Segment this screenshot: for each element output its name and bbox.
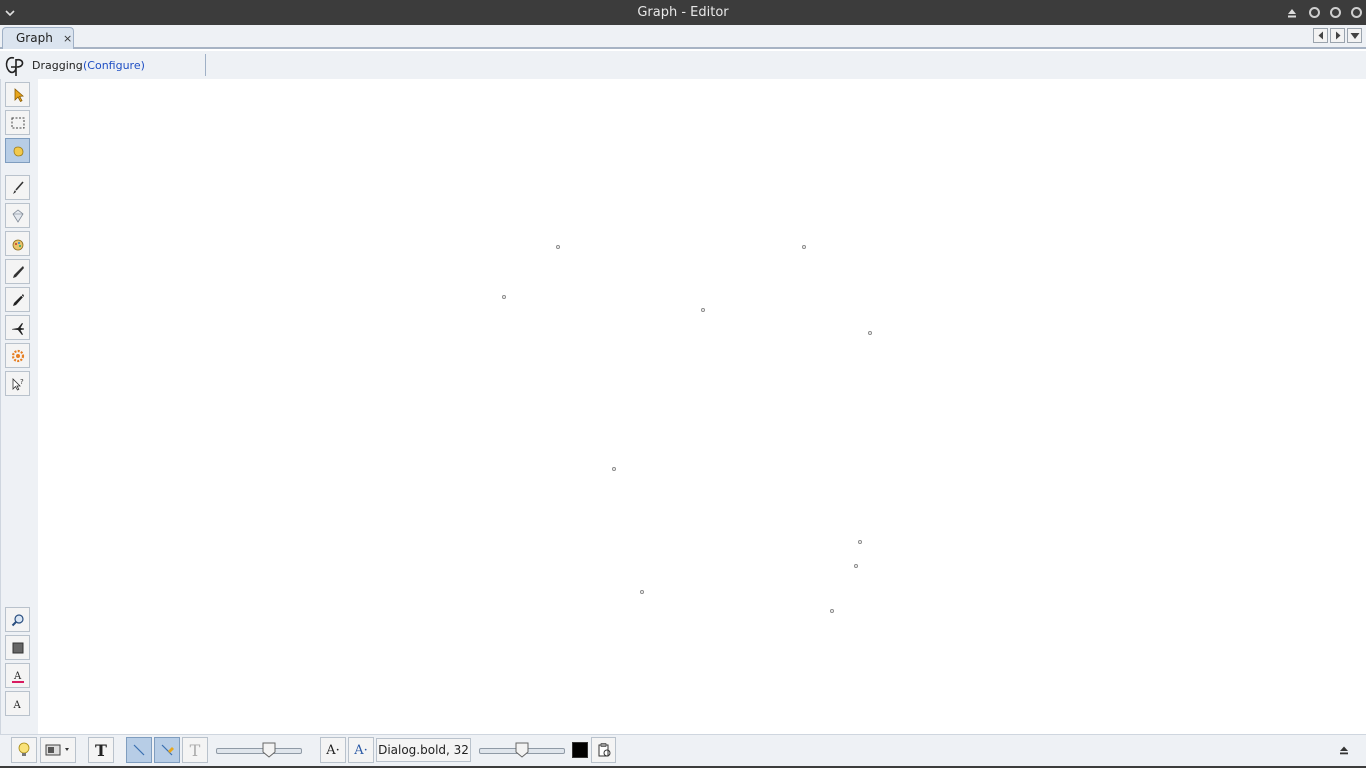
status-row: Dragging (Configure)	[0, 51, 1366, 79]
mode-label: Dragging	[32, 59, 83, 72]
brush-style-button[interactable]	[154, 737, 180, 763]
graph-node[interactable]	[830, 609, 834, 613]
graph-node[interactable]	[802, 245, 806, 249]
gear-tool[interactable]	[5, 343, 30, 368]
text-font-icon: A	[12, 700, 21, 711]
fill-color-tool[interactable]	[5, 635, 30, 660]
plane-tool[interactable]	[5, 315, 30, 340]
airplane-icon	[11, 322, 24, 335]
font-size-blue-icon: A·	[354, 742, 368, 758]
maximize-button[interactable]	[1330, 7, 1341, 18]
graph-canvas[interactable]	[38, 79, 1366, 734]
graph-node[interactable]	[701, 308, 705, 312]
line-icon	[133, 744, 145, 756]
graph-node[interactable]	[502, 295, 506, 299]
font-size-slider[interactable]	[479, 742, 565, 758]
gear-icon	[11, 349, 24, 362]
lightbulb-icon	[18, 742, 30, 756]
text-style-button[interactable]: T	[182, 737, 208, 763]
help-pointer-icon: ?	[12, 378, 24, 391]
hand-icon	[13, 146, 23, 156]
svg-text:A: A	[12, 700, 21, 711]
graph-node[interactable]	[556, 245, 560, 249]
configure-link[interactable]: (Configure)	[83, 59, 145, 72]
font-label[interactable]: Dialog.bold, 32	[376, 738, 471, 762]
text-color-icon: A	[11, 671, 24, 683]
drag-tool[interactable]	[5, 138, 30, 163]
text-tool-button[interactable]: T	[88, 737, 114, 763]
tab-prev-button[interactable]	[1313, 28, 1328, 43]
pencil-tool[interactable]	[5, 259, 30, 284]
arrow-pointer-icon	[14, 87, 24, 102]
tab-navigation	[1311, 28, 1362, 43]
square-fill-icon	[12, 642, 23, 653]
decrease-font-button[interactable]: A·	[320, 737, 346, 763]
image-view-icon	[45, 744, 69, 756]
pen-tool[interactable]	[5, 287, 30, 312]
slider-thumb[interactable]	[515, 742, 529, 758]
eject-icon[interactable]	[1285, 6, 1299, 20]
eject-icon[interactable]	[1338, 744, 1350, 756]
text-color-button[interactable]	[571, 737, 589, 763]
line-style-button[interactable]	[126, 737, 152, 763]
increase-font-button[interactable]: A·	[348, 737, 374, 763]
paint-tool[interactable]	[5, 231, 30, 256]
pencil-icon	[12, 265, 24, 278]
line-width-slider[interactable]	[216, 742, 302, 758]
clipboard-button[interactable]	[591, 737, 616, 763]
select-tool[interactable]	[5, 82, 30, 107]
paint-palette-icon	[12, 239, 23, 250]
rect-select-tool[interactable]	[5, 110, 30, 135]
tab-list-button[interactable]	[1347, 28, 1362, 43]
font-tool[interactable]: A	[5, 691, 30, 716]
minimize-button[interactable]	[1309, 7, 1320, 18]
text-outline-icon: T	[189, 740, 201, 760]
graph-node[interactable]	[612, 467, 616, 471]
dashed-rectangle-icon	[11, 117, 24, 128]
zoom-tool[interactable]	[5, 607, 30, 632]
window-titlebar: Graph - Editor	[0, 0, 1366, 25]
svg-text:?: ?	[20, 378, 24, 386]
tab-next-button[interactable]	[1330, 28, 1345, 43]
view-mode-dropdown[interactable]	[40, 737, 76, 763]
close-button[interactable]	[1351, 7, 1362, 18]
bottom-toolbar: T T A· A· Dialog.bold, 32	[0, 734, 1366, 766]
brush-stroke-icon	[161, 744, 174, 756]
diamond-eraser-icon	[11, 208, 24, 223]
graph-node[interactable]	[868, 331, 872, 335]
color-swatch	[572, 742, 588, 758]
tab-graph-label: Graph	[16, 31, 53, 45]
app-logo-icon	[5, 56, 24, 76]
font-size-icon: A·	[326, 742, 340, 758]
help-pointer-tool[interactable]: ?	[5, 371, 30, 396]
brush-tool[interactable]	[5, 175, 30, 200]
text-bold-icon: T	[95, 740, 107, 760]
zoom-icon	[11, 613, 24, 626]
graph-node[interactable]	[858, 540, 862, 544]
tab-graph[interactable]: Graph ×	[2, 27, 74, 49]
clipboard-icon	[598, 743, 610, 757]
tab-close-icon[interactable]: ×	[63, 32, 72, 45]
left-toolbar: ? A A	[0, 79, 38, 734]
window-title: Graph - Editor	[637, 5, 729, 20]
status-separator	[205, 54, 206, 76]
hint-button[interactable]	[11, 737, 37, 763]
pen-icon	[12, 293, 24, 306]
tab-bar: Graph ×	[0, 25, 1366, 49]
eraser-tool[interactable]	[5, 203, 30, 228]
slider-thumb[interactable]	[262, 742, 276, 758]
font-color-tool[interactable]: A	[5, 663, 30, 688]
brush-icon	[12, 180, 24, 194]
graph-node[interactable]	[854, 564, 858, 568]
svg-text:A: A	[13, 671, 22, 682]
graph-node[interactable]	[640, 590, 644, 594]
